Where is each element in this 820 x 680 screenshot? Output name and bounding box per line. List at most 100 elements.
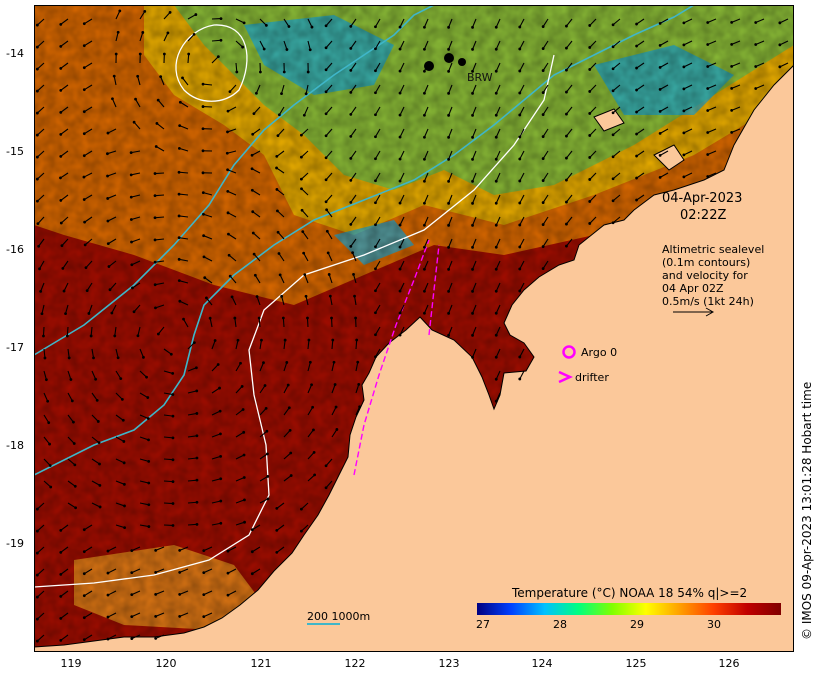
velocity-arrow-head — [122, 440, 126, 443]
velocity-arrow-head — [299, 133, 303, 137]
velocity-arrow-head — [588, 200, 592, 203]
velocity-arrow-head — [588, 134, 592, 137]
velocity-arrow-head — [35, 507, 39, 511]
velocity-arrow-head — [136, 334, 140, 338]
velocity-arrow-head — [187, 52, 191, 56]
velocity-arrow-head — [494, 25, 498, 29]
velocity-arrow-head — [82, 528, 86, 532]
velocity-arrow-head — [658, 87, 662, 91]
velocity-arrow-head — [588, 90, 592, 93]
velocity-arrow-head — [276, 134, 280, 138]
velocity-arrow-head — [541, 69, 545, 72]
velocity-arrow-head — [143, 9, 147, 13]
velocity-arrow-head — [324, 486, 328, 490]
velocity-arrow-head — [349, 222, 353, 226]
velocity-arrow-head — [518, 157, 522, 161]
velocity-arrow-head — [72, 420, 75, 424]
velocity-arrow-head — [324, 68, 328, 72]
velocity-arrow-head — [94, 377, 98, 381]
velocity-arrow-head — [275, 188, 279, 191]
velocity-arrow-head — [195, 478, 199, 482]
argo-label: Argo 0 — [581, 346, 618, 359]
alt-line: (0.1m contours) — [662, 256, 751, 269]
velocity-arrow-head — [326, 251, 330, 255]
velocity-arrow-head — [181, 76, 184, 80]
velocity-arrow-head — [95, 398, 99, 402]
velocity-arrow-head — [447, 223, 451, 227]
velocity-arrow-head — [142, 355, 145, 359]
velocity-arrow-head — [216, 55, 220, 59]
velocity-arrow-head — [423, 179, 426, 183]
velocity-arrow-head — [611, 177, 615, 181]
velocity-arrow-head — [182, 317, 185, 321]
velocity-arrow-head — [35, 551, 39, 555]
velocity-arrow-head — [153, 238, 157, 242]
velocity-arrow-head — [35, 67, 39, 71]
velocity-arrow-head — [83, 243, 87, 247]
velocity-arrow-head — [92, 356, 95, 360]
velocity-arrow-head — [253, 273, 257, 277]
velocity-arrow-head — [154, 615, 158, 618]
velocity-arrow-head — [332, 360, 336, 364]
velocity-arrow-head — [82, 175, 86, 179]
velocity-arrow-head — [308, 48, 312, 52]
velocity-arrow-head — [565, 244, 568, 248]
velocity-arrow-head — [195, 434, 199, 438]
velocity-arrow-head — [518, 377, 522, 381]
velocity-arrow-head — [242, 476, 246, 479]
velocity-arrow-head — [588, 24, 592, 27]
velocity-arrow-head — [177, 214, 181, 218]
velocity-arrow-head — [205, 296, 208, 300]
velocity-arrow-head — [130, 615, 134, 619]
velocity-arrow-head — [130, 263, 134, 267]
velocity-arrow-head — [97, 441, 101, 445]
velocity-arrow-head — [447, 113, 451, 117]
velocity-arrow-head — [230, 295, 234, 299]
velocity-arrow-head — [277, 252, 281, 255]
velocity-arrow-head — [59, 616, 63, 620]
velocity-arrow-head — [304, 294, 308, 298]
velocity-arrow-head — [171, 393, 175, 396]
velocity-arrow-head — [611, 67, 615, 71]
velocity-arrow-head — [565, 156, 568, 160]
lon-tick-label: 120 — [155, 657, 177, 670]
velocity-arrow-head — [203, 276, 207, 280]
velocity-arrow-head — [374, 25, 377, 29]
velocity-arrow-head — [635, 132, 638, 136]
sst-map: BRW — [34, 5, 794, 652]
velocity-arrow-head — [541, 25, 545, 28]
velocity-arrow-head — [275, 154, 279, 158]
velocity-arrow-head — [281, 316, 285, 320]
lat-tick-label: -16 — [6, 243, 24, 256]
velocity-arrow-head — [423, 311, 426, 315]
velocity-arrow-head — [226, 168, 229, 172]
velocity-arrow-head — [121, 418, 125, 422]
velocity-arrow-head — [611, 199, 615, 203]
velocity-arrow-head — [447, 289, 451, 293]
velocity-arrow-head — [201, 82, 205, 86]
velocity-arrow-head — [374, 223, 377, 227]
velocity-arrow-head — [447, 245, 451, 249]
velocity-arrow-head — [327, 273, 331, 276]
velocity-arrow-head — [255, 295, 259, 298]
lon-tick-label: 121 — [250, 657, 272, 670]
velocity-arrow-head — [35, 45, 39, 49]
velocity-arrow-head — [218, 409, 222, 413]
velocity-arrow-head — [471, 113, 474, 117]
velocity-arrow-head — [398, 333, 402, 337]
velocity-arrow-head — [129, 218, 133, 221]
velocity-arrow-head — [242, 453, 246, 457]
depth-scale-label: 200 1000m — [307, 610, 371, 623]
velocity-arrow-head — [447, 333, 451, 337]
velocity-arrow-head — [59, 199, 63, 202]
velocity-arrow-head — [471, 179, 474, 183]
velocity-arrow-head — [287, 406, 291, 410]
velocity-arrow-head — [447, 47, 451, 51]
velocity-arrow-head — [61, 266, 65, 270]
velocity-arrow-head — [36, 199, 39, 203]
velocity-arrow-head — [153, 194, 157, 198]
velocity-arrow-head — [250, 550, 254, 554]
velocity-arrow-head — [357, 383, 361, 386]
velocity-arrow-head — [754, 43, 758, 46]
velocity-arrow-head — [398, 47, 402, 51]
